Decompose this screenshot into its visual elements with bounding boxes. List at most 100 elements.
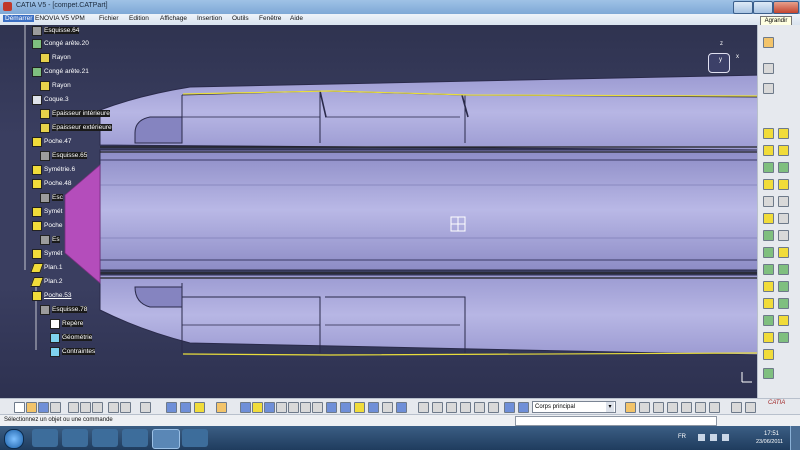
apply-material-icon[interactable]: [460, 402, 471, 413]
clock-time[interactable]: 17:51: [764, 431, 779, 437]
command-input[interactable]: [515, 416, 717, 426]
sew-surface-icon[interactable]: [778, 315, 789, 326]
taskbar-app-icon[interactable]: [122, 429, 148, 447]
quick-view-icon[interactable]: [326, 402, 337, 413]
view-mode-icon[interactable]: [382, 402, 393, 413]
select-tool-icon[interactable]: [763, 37, 774, 48]
menu-item-affichage[interactable]: Affichage: [160, 15, 187, 22]
shaft-icon[interactable]: [763, 145, 774, 156]
clock-date[interactable]: 23/06/2011: [756, 439, 783, 445]
constraint-icon[interactable]: [763, 349, 774, 360]
mass-properties-icon[interactable]: [446, 402, 457, 413]
shell-tool-icon[interactable]: [763, 264, 774, 275]
sketch-tool-icon[interactable]: [763, 63, 774, 74]
save-icon[interactable]: [38, 402, 49, 413]
network-icon[interactable]: [710, 434, 717, 441]
sketcher-icon[interactable]: [216, 402, 227, 413]
paste-icon[interactable]: [92, 402, 103, 413]
hole-icon[interactable]: [763, 162, 774, 173]
minimize-button[interactable]: [733, 1, 753, 14]
point-icon[interactable]: [778, 196, 789, 207]
rule-icon[interactable]: [667, 402, 678, 413]
open-file-icon[interactable]: [26, 402, 37, 413]
chevron-down-icon[interactable]: ▾: [606, 402, 614, 412]
knowledge-icon[interactable]: [474, 402, 485, 413]
fit-all-icon[interactable]: [252, 402, 263, 413]
redo-icon[interactable]: [120, 402, 131, 413]
taskbar-chrome-icon[interactable]: [32, 429, 58, 447]
axis-system-icon[interactable]: [180, 402, 191, 413]
scale-icon[interactable]: [778, 281, 789, 292]
menu-item-demarrer[interactable]: Démarrer: [3, 15, 35, 22]
cut-icon[interactable]: [68, 402, 79, 413]
body-select-dropdown[interactable]: Corps principal ▾: [532, 401, 616, 413]
render-icon[interactable]: [396, 402, 407, 413]
pad-icon[interactable]: [763, 128, 774, 139]
pattern-icon[interactable]: [778, 264, 789, 275]
new-file-icon[interactable]: [14, 402, 25, 413]
fly-mode-icon[interactable]: [240, 402, 251, 413]
language-indicator[interactable]: FR: [678, 434, 686, 440]
measure-item-icon[interactable]: [432, 402, 443, 413]
formula-fx-icon[interactable]: [625, 402, 636, 413]
taskbar-media-player-icon[interactable]: [92, 429, 118, 447]
formula-icon[interactable]: [194, 402, 205, 413]
taskbar-catia-icon[interactable]: [152, 429, 180, 449]
mirror-icon[interactable]: [778, 247, 789, 258]
measure-between-icon[interactable]: [418, 402, 429, 413]
show-desktop-button[interactable]: [790, 426, 800, 450]
line-icon[interactable]: [778, 213, 789, 224]
taskbar-window-icon[interactable]: [182, 429, 208, 447]
tray-arrow-icon[interactable]: [698, 434, 705, 441]
close-button[interactable]: [773, 1, 799, 14]
menu-item-insertion[interactable]: Insertion: [197, 15, 222, 22]
menu-item-aide[interactable]: Aide: [290, 15, 303, 22]
boolean-icon[interactable]: [763, 332, 774, 343]
undo-icon[interactable]: [108, 402, 119, 413]
rotate-icon[interactable]: [276, 402, 287, 413]
link-icon[interactable]: [653, 402, 664, 413]
reaction-icon[interactable]: [695, 402, 706, 413]
menu-item-enovia[interactable]: ENOVIA V5 VPM: [35, 15, 85, 22]
windows-start-button[interactable]: [4, 429, 24, 449]
fillet-tool-icon[interactable]: [763, 213, 774, 224]
close-surface-icon[interactable]: [763, 315, 774, 326]
table-icon[interactable]: [709, 402, 720, 413]
compass-widget[interactable]: z x y: [705, 41, 739, 73]
loft-icon[interactable]: [763, 196, 774, 207]
zoom-out-icon[interactable]: [300, 402, 311, 413]
volume-icon[interactable]: [722, 434, 729, 441]
assemble-icon[interactable]: [778, 332, 789, 343]
comment-icon[interactable]: [639, 402, 650, 413]
whats-this-icon[interactable]: [140, 402, 151, 413]
split-icon[interactable]: [763, 298, 774, 309]
menu-item-edition[interactable]: Edition: [129, 15, 149, 22]
body-selector-icon[interactable]: [518, 402, 529, 413]
groove-icon[interactable]: [778, 145, 789, 156]
pan-icon[interactable]: [264, 402, 275, 413]
shading-icon[interactable]: [340, 402, 351, 413]
taskbar-explorer-icon[interactable]: [62, 429, 88, 447]
analysis-tool-icon[interactable]: [488, 402, 499, 413]
swap-visible-icon[interactable]: [368, 402, 379, 413]
print-icon[interactable]: [50, 402, 61, 413]
maximize-button[interactable]: [753, 1, 773, 14]
update-icon[interactable]: [166, 402, 177, 413]
rib-icon[interactable]: [778, 162, 789, 173]
wrench-icon[interactable]: [745, 402, 756, 413]
define-work-object-icon[interactable]: [504, 402, 515, 413]
slot-icon[interactable]: [763, 179, 774, 190]
cut-tool-icon[interactable]: [731, 402, 742, 413]
zoom-in-icon[interactable]: [288, 402, 299, 413]
3d-viewport[interactable]: z x y Esquisse.64 Congé arête.20 Rayon C…: [0, 25, 757, 398]
copy-icon[interactable]: [80, 402, 91, 413]
thickness-icon[interactable]: [763, 281, 774, 292]
measure-tool-icon[interactable]: [763, 83, 774, 94]
draft-icon[interactable]: [763, 247, 774, 258]
thick-surface-icon[interactable]: [778, 298, 789, 309]
stiffener-icon[interactable]: [778, 179, 789, 190]
pocket-tool-icon[interactable]: [778, 128, 789, 139]
chamfer-icon[interactable]: [763, 230, 774, 241]
hide-show-icon[interactable]: [354, 402, 365, 413]
check-icon[interactable]: [681, 402, 692, 413]
